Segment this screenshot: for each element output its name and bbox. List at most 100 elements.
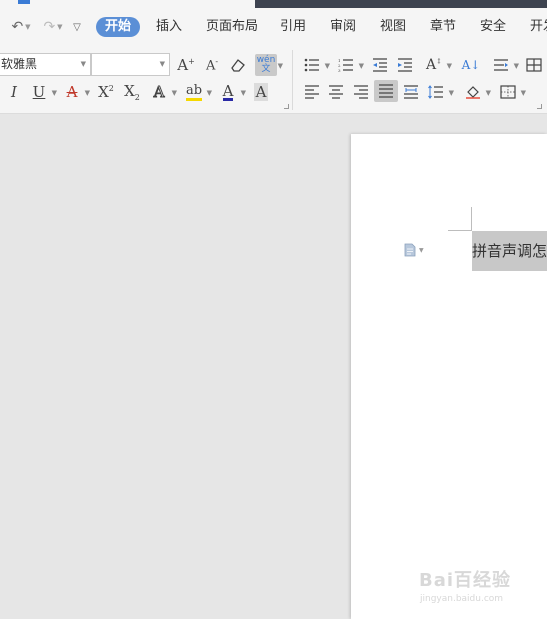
- justify-button[interactable]: [374, 80, 398, 102]
- redo-button[interactable]: ↷ ▼: [40, 17, 66, 37]
- decrease-indent-button[interactable]: [368, 54, 392, 76]
- chevron-down-icon: ▼: [240, 89, 246, 97]
- selected-text[interactable]: 拼音声调怎: [472, 231, 547, 271]
- chevron-down-icon: ▼: [448, 89, 454, 97]
- italic-button[interactable]: I: [2, 81, 26, 103]
- bullet-list-icon: [304, 58, 319, 72]
- sort-icon: A↓: [461, 58, 481, 72]
- sort-button[interactable]: A↓: [459, 54, 483, 76]
- change-case-icon: A↕: [426, 57, 442, 73]
- quick-access-menu-button[interactable]: ▽: [70, 17, 84, 37]
- tab-security[interactable]: 安全: [480, 17, 506, 37]
- watermark: Bai百经验: [419, 570, 512, 591]
- indent-icon: [398, 58, 412, 72]
- font-dialog-launcher[interactable]: [284, 104, 289, 109]
- redo-icon: ↷: [43, 19, 56, 35]
- menu-bar: ↶▼ ↷▼ ▽ 开始 插入 页面布局 引用 审阅 视图 章节 安全 开发: [0, 8, 547, 46]
- chevron-down-icon: ▼: [520, 89, 526, 97]
- align-right-icon: [354, 85, 368, 99]
- chevron-down-icon: ▼: [324, 62, 330, 70]
- undo-button[interactable]: ↶ ▼: [8, 17, 34, 37]
- tab-review[interactable]: 审阅: [330, 17, 356, 37]
- numbered-list-icon: 123: [338, 58, 353, 72]
- text-effect-icon: A: [153, 83, 165, 102]
- tab-section[interactable]: 章节: [430, 17, 456, 37]
- chevron-down-icon: ▼: [25, 23, 31, 31]
- table-icon: [526, 58, 542, 72]
- align-center-icon: [329, 85, 343, 99]
- undo-icon: ↶: [11, 19, 24, 35]
- bullets-button[interactable]: ▼: [300, 54, 330, 76]
- chevron-down-icon: ▼: [358, 62, 364, 70]
- char-shading-icon: A: [253, 83, 269, 101]
- title-strip: [0, 0, 547, 8]
- tab-home[interactable]: 开始: [96, 17, 141, 37]
- borders-button[interactable]: ▼: [496, 81, 526, 103]
- line-spacing-button[interactable]: ▼: [424, 81, 454, 103]
- chevron-down-icon: ▼: [513, 62, 519, 70]
- highlight-button[interactable]: ab ▼: [182, 81, 212, 103]
- align-left-button[interactable]: [300, 81, 324, 103]
- chevron-down-icon: ▼: [277, 62, 283, 70]
- line-spacing-style-button[interactable]: ▼: [489, 54, 519, 76]
- chevron-down-icon: ▼: [419, 246, 424, 254]
- change-case-button[interactable]: A↕ ▼: [422, 54, 452, 76]
- paragraph-options-button[interactable]: ▼: [404, 242, 424, 258]
- tab-page-layout[interactable]: 页面布局: [206, 17, 258, 37]
- font-color-button[interactable]: A ▼: [216, 81, 246, 103]
- underline-icon: U: [32, 83, 46, 101]
- title-bar-dark: [255, 0, 547, 8]
- eraser-icon: [231, 59, 245, 72]
- chevron-down-icon: ▼: [80, 60, 86, 68]
- clear-format-button[interactable]: [226, 54, 250, 76]
- tab-insert[interactable]: 插入: [156, 17, 182, 37]
- font-size-select[interactable]: ▼: [91, 53, 170, 76]
- chevron-down-icon: ▼: [51, 89, 57, 97]
- margin-crop-mark: [448, 230, 472, 231]
- shading-button[interactable]: ▼: [461, 81, 491, 103]
- grow-font-button[interactable]: A+: [174, 54, 198, 76]
- superscript-icon: X2: [98, 83, 114, 101]
- chevron-down-icon: ▼: [206, 89, 212, 97]
- paint-bucket-icon: [466, 86, 480, 99]
- margin-crop-mark: [471, 207, 472, 231]
- chevron-down-icon: ▼: [57, 23, 63, 31]
- char-shading-button[interactable]: A: [249, 81, 273, 103]
- align-justify-icon: [379, 84, 393, 98]
- table-grid-button[interactable]: [522, 54, 546, 76]
- subscript-icon: X2: [124, 82, 140, 102]
- text-effect-button[interactable]: A ▼: [147, 81, 177, 103]
- align-right-button[interactable]: [349, 81, 373, 103]
- shrink-font-button[interactable]: A-: [200, 54, 224, 76]
- font-name-value: 软雅黑: [1, 57, 38, 71]
- tab-developer[interactable]: 开发: [530, 17, 547, 37]
- subscript-button[interactable]: X2: [120, 81, 144, 103]
- border-icon: [500, 85, 516, 99]
- document-page[interactable]: [351, 134, 547, 619]
- align-center-button[interactable]: [324, 81, 348, 103]
- superscript-button[interactable]: X2: [94, 81, 118, 103]
- chevron-down-icon: ▼: [84, 89, 90, 97]
- watermark-url: jingyan.baidu.com: [420, 594, 504, 604]
- document-icon: [404, 243, 416, 257]
- paragraph-dialog-launcher[interactable]: [537, 104, 542, 109]
- phonetic-guide-button[interactable]: wén 文 ▼: [255, 54, 283, 76]
- font-name-select[interactable]: 软雅黑 ▼: [0, 53, 91, 76]
- font-color-icon: A: [222, 81, 234, 101]
- tab-references[interactable]: 引用: [280, 17, 306, 37]
- shrink-font-icon: A-: [205, 56, 219, 74]
- underline-button[interactable]: U ▼: [27, 81, 57, 103]
- italic-icon: I: [11, 83, 17, 101]
- group-separator: [292, 50, 293, 110]
- chevron-down-icon: ▼: [485, 89, 491, 97]
- highlight-icon: ab: [185, 83, 203, 101]
- strikethrough-button[interactable]: A ▼: [60, 81, 90, 103]
- grow-font-icon: A+: [177, 56, 195, 74]
- paragraph-icon: [494, 59, 508, 71]
- distributed-align-button[interactable]: [399, 81, 423, 103]
- increase-indent-button[interactable]: [393, 54, 417, 76]
- document-tab-marker[interactable]: [18, 0, 30, 4]
- numbering-button[interactable]: 123 ▼: [334, 54, 364, 76]
- align-left-icon: [305, 85, 319, 99]
- tab-view[interactable]: 视图: [380, 17, 406, 37]
